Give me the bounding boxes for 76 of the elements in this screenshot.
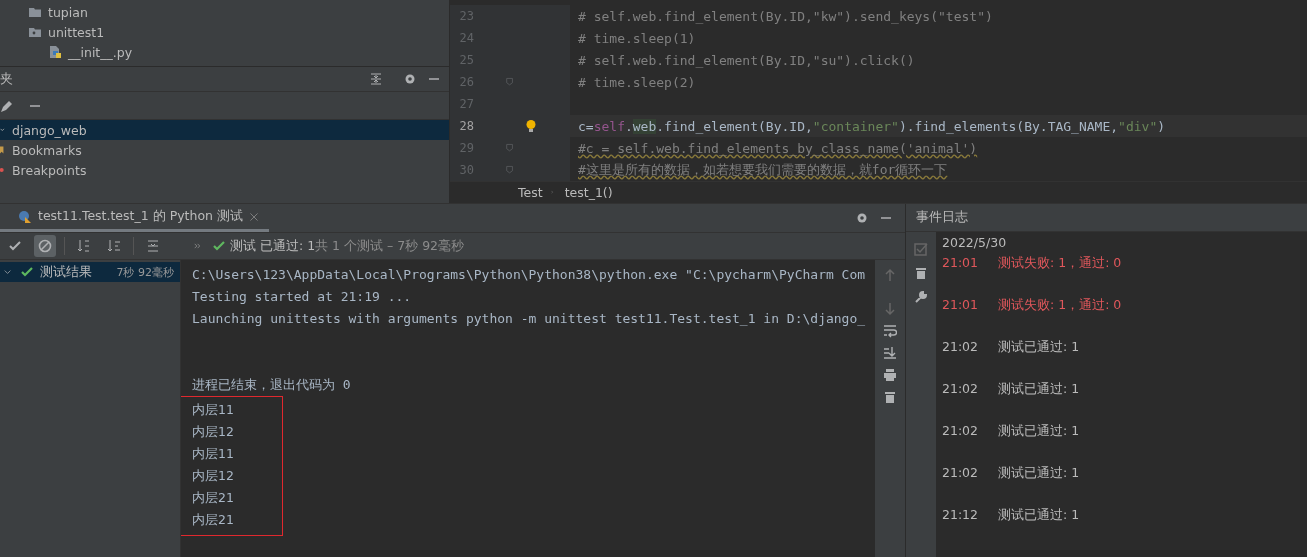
console-line: 内层12 [192, 423, 235, 441]
console-line: 内层12 [192, 467, 235, 485]
log-message: 测试已通过: 1 [998, 465, 1080, 482]
sort-icon [77, 239, 91, 253]
code-line: # self.web.find_element(By.ID,"su").click() [578, 52, 915, 68]
fold-icon [506, 164, 516, 176]
trash-icon[interactable] [914, 266, 928, 280]
line-number: 28 [458, 119, 474, 133]
fold-icon [506, 76, 516, 88]
console-line: Launching unittests with arguments python -m unittest test11.Test.test_1 in D:\django_ [192, 310, 867, 328]
python-file-icon [48, 45, 62, 59]
console-line: 进程已结束，退出代码为 0 [192, 376, 352, 394]
collapse-icon [146, 239, 160, 253]
check-icon [212, 239, 226, 253]
log-time: 21:02 [942, 423, 979, 438]
tree-item[interactable]: __init__.py [0, 42, 449, 62]
panel-title: 事件日志 [916, 209, 968, 226]
run-tab[interactable]: test11.Test.test_1 的 Python 测试 [0, 204, 269, 232]
log-time: 21:02 [942, 339, 979, 354]
breadcrumb[interactable]: test_1() [564, 185, 613, 200]
code-line: # time.sleep(2) [578, 74, 696, 90]
settings-icon[interactable] [403, 72, 417, 86]
log-message: 测试已通过: 1 [998, 507, 1080, 524]
test-tree-row[interactable]: 测试结果 7秒 92毫秒 [0, 262, 180, 282]
code-line: c=self.web.find_element(By.ID,"container").find_elements(By.TAG_NAME,"div") [578, 118, 1166, 134]
console-line: 内层21 [192, 511, 235, 529]
wrench-icon[interactable] [914, 290, 928, 304]
log-time: 21:02 [942, 381, 979, 396]
bookmark-list-item[interactable]: Bookmarks [0, 140, 449, 160]
code-line: # self.web.find_element(By.ID,"kw").send_keys("test") [578, 8, 993, 24]
tree-item[interactable]: tupian [0, 2, 449, 22]
bookmark-list-item[interactable]: Breakpoints [0, 160, 449, 180]
test-summary: 共 1 个测试 – 7秒 92毫秒 [315, 237, 465, 255]
log-message: 测试失败: 1，通过: 0 [998, 255, 1122, 272]
arrow-up-icon[interactable] [883, 268, 897, 282]
soft-wrap-icon[interactable] [883, 324, 897, 338]
bookmark-list-item[interactable]: django_web [0, 120, 449, 140]
console-line: C:\Users\123\AppData\Local\Programs\Python\Python38\python.exe "C:\pycharm\PyCharm Com [192, 266, 867, 284]
show-ignored-button[interactable] [34, 235, 56, 257]
breadcrumb[interactable]: Test [518, 185, 543, 200]
check-icon [20, 265, 34, 279]
prohibited-icon [38, 239, 52, 253]
log-time: 21:01 [942, 255, 979, 270]
fold-icon [506, 142, 516, 154]
print-icon[interactable] [883, 368, 897, 382]
console-line: 内层11 [192, 445, 235, 463]
log-time: 21:12 [942, 507, 979, 522]
python-test-icon [18, 209, 32, 224]
lightbulb-icon [524, 119, 538, 133]
code-line: #c = self.web.find_elements_by_class_name('animal') [578, 140, 978, 156]
code-line: # time.sleep(1) [578, 30, 696, 46]
console-line: Testing started at 21:19 ... [192, 288, 413, 306]
sort-icon [107, 239, 121, 253]
test-status: 测试 已通过: 1 [230, 237, 316, 255]
log-time: 21:01 [942, 297, 979, 312]
package-icon [28, 25, 42, 39]
collapse-icon[interactable] [369, 72, 383, 86]
trash-icon[interactable] [883, 390, 897, 404]
console-line: 内层21 [192, 489, 235, 507]
panel-title: 夹 [0, 70, 13, 88]
close-icon[interactable] [248, 211, 259, 222]
log-message: 测试已通过: 1 [998, 339, 1080, 356]
mark-read-icon[interactable] [914, 242, 928, 256]
log-message: 测试已通过: 1 [998, 381, 1080, 398]
log-time: 21:02 [942, 465, 979, 480]
scroll-to-end-icon[interactable] [883, 346, 897, 360]
log-message: 测试已通过: 1 [998, 423, 1080, 440]
console-line: 内层11 [192, 401, 235, 419]
log-message: 测试失败: 1，通过: 0 [998, 297, 1122, 314]
folder-icon [28, 5, 42, 19]
pencil-icon[interactable] [0, 98, 14, 113]
arrow-down-icon[interactable] [883, 302, 897, 316]
check-icon [8, 239, 22, 253]
log-date: 2022/5/30 [942, 235, 1008, 252]
settings-icon[interactable] [855, 211, 869, 225]
tree-item[interactable]: unittest1 [0, 22, 449, 42]
